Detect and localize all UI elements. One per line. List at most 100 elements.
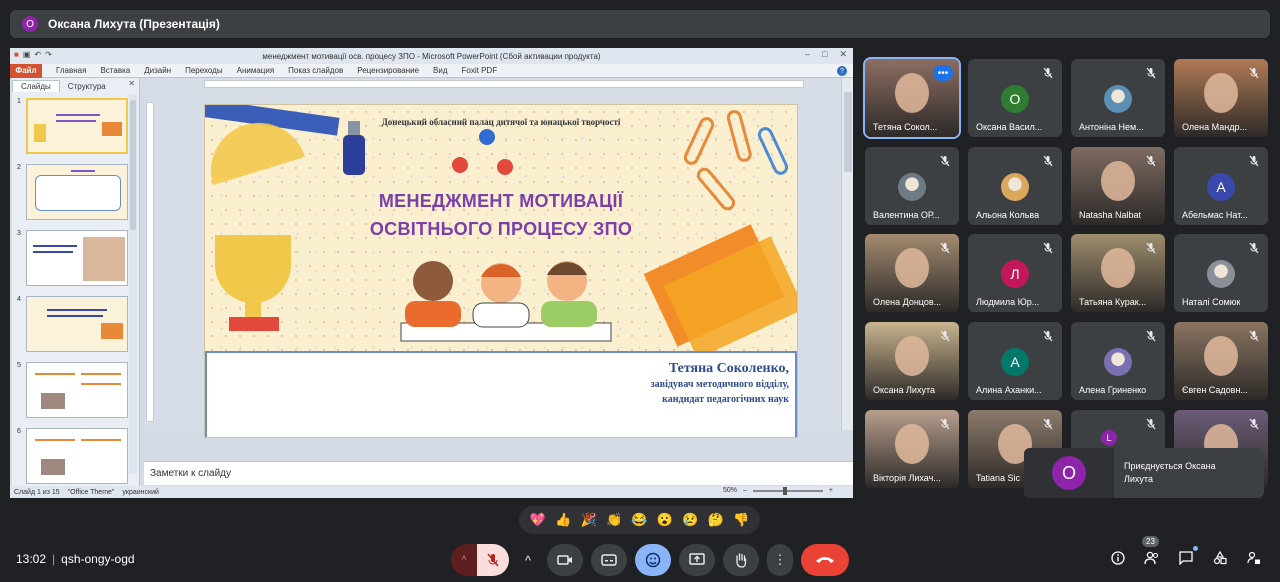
people-button[interactable]: 23	[1142, 536, 1162, 568]
mic-off-icon	[1146, 67, 1156, 79]
panel-tab-outline: Структура	[67, 82, 106, 91]
join-notification-text: Приєднується Оксана Лихута	[1124, 461, 1216, 484]
reaction-thumbs-up[interactable]: 👍	[552, 512, 574, 528]
participant-tile[interactable]: Альона Кольва	[968, 147, 1062, 225]
video-options-button[interactable]: ^	[517, 544, 539, 576]
ppt-tab-home: Главная	[56, 66, 87, 75]
mic-off-button[interactable]	[477, 544, 509, 576]
notebook-icon	[643, 224, 797, 359]
participant-name: Валентина ОР...	[873, 210, 940, 220]
present-button[interactable]	[679, 544, 715, 576]
glue-icon	[343, 121, 365, 175]
zoom-out-icon: –	[743, 487, 747, 494]
participant-tile[interactable]: Вікторія Лихач...	[865, 410, 959, 488]
mic-off-icon	[1043, 242, 1053, 254]
participant-name: Алина Аханки...	[976, 385, 1042, 395]
ppt-tab-animation: Анимация	[236, 66, 275, 75]
participant-tile[interactable]: Євген Садовн...	[1174, 322, 1268, 400]
ppt-ribbon-tabs: Файл Главная Вставка Дизайн Переходы Ани…	[10, 63, 853, 78]
reaction-surprised[interactable]: 😮	[654, 512, 676, 528]
participant-tile[interactable]: Оксана Лихута	[865, 322, 959, 400]
slide-thumb-2: 2	[12, 164, 138, 224]
present-icon	[689, 553, 705, 565]
participant-tile[interactable]: Валентина ОР...	[865, 147, 959, 225]
clock: 13:02	[16, 552, 47, 566]
author-position: завідувач методичного відділу,	[650, 379, 789, 390]
notes-pane: Заметки к слайду	[144, 461, 853, 485]
participant-name: Тетяна Сокол...	[873, 122, 938, 132]
reaction-thumbs-down[interactable]: 👎	[730, 512, 752, 528]
participant-photo	[1104, 85, 1132, 113]
meeting-code: qsh-ongy-ogd	[61, 552, 135, 566]
reaction-sad[interactable]: 😢	[679, 512, 701, 528]
more-vert-icon: ⋮	[773, 552, 787, 567]
meeting-details-button[interactable]	[1108, 548, 1128, 568]
status-language: украинский	[122, 488, 159, 496]
leave-call-button[interactable]	[801, 544, 849, 576]
more-options-button[interactable]: ⋮	[767, 544, 793, 576]
participant-tile[interactable]: Олена Донцов...	[865, 234, 959, 312]
mic-off-icon	[1249, 155, 1259, 167]
activities-icon	[1213, 551, 1227, 565]
participant-name: Оксана Лихута	[873, 385, 935, 395]
participant-tile[interactable]: ••• Тетяна Сокол...	[863, 57, 961, 139]
slides-panel: Слайды Структура ✕ 1 2 3 4 5 6	[12, 78, 140, 486]
ppt-title-bar: ■ ▣ ↶ ↷ менеджмент мотивації осв. процес…	[10, 48, 853, 64]
participant-name: Татьяна Курак...	[1079, 297, 1147, 307]
people-icon	[1144, 551, 1159, 565]
trophy-icon	[215, 235, 291, 331]
lock-person-icon	[1247, 551, 1260, 564]
slide-thumb-5: 5	[12, 362, 138, 422]
participant-photo	[898, 173, 926, 201]
camera-button[interactable]	[547, 544, 583, 576]
help-icon: ?	[837, 66, 847, 76]
audio-options-button[interactable]: ^	[451, 544, 477, 576]
mic-off-icon	[940, 155, 950, 167]
close-icon: ✕	[839, 49, 847, 59]
participant-tile[interactable]: Татьяна Курак...	[1071, 234, 1165, 312]
reaction-heart[interactable]: 💖	[527, 512, 549, 528]
emoji-button[interactable]	[635, 544, 671, 576]
chat-button[interactable]	[1176, 546, 1198, 568]
mic-off-icon	[1249, 242, 1259, 254]
maximize-icon: □	[822, 49, 828, 59]
meeting-info: 13:02 | qsh-ongy-ogd	[16, 552, 135, 566]
reaction-party[interactable]: 🎉	[578, 512, 600, 528]
participant-tile[interactable]: Алена Гриненко	[1071, 322, 1165, 400]
mic-control: ^	[451, 544, 509, 576]
participant-tile[interactable]: Олена Мандр...	[1174, 59, 1268, 137]
panel-tab-slides: Слайды	[12, 80, 60, 92]
mic-off-icon	[1146, 418, 1156, 430]
ppt-tab-insert: Вставка	[100, 66, 131, 75]
reaction-laugh[interactable]: 😂	[628, 512, 650, 528]
captions-button[interactable]	[591, 544, 627, 576]
participant-tile[interactable]: Natasha Nalbat	[1071, 147, 1165, 225]
participant-tile[interactable]: Антоніна Нем...	[1071, 59, 1165, 137]
reaction-clap[interactable]: 👏	[603, 512, 625, 528]
participant-avatar: A	[1001, 348, 1029, 376]
status-theme: "Office Theme"	[67, 488, 115, 496]
joining-avatar: О	[1052, 456, 1086, 490]
pushpin-icon	[452, 129, 513, 175]
participant-tile[interactable]: Л Людмила Юр...	[968, 234, 1062, 312]
ppt-tab-slideshow: Показ слайдов	[288, 66, 344, 75]
info-icon	[1111, 551, 1125, 565]
slide-thumb-6: 6	[12, 428, 138, 488]
participant-tile[interactable]: О Оксана Васил...	[968, 59, 1062, 137]
participant-tile[interactable]: A Алина Аханки...	[968, 322, 1062, 400]
reaction-thinking[interactable]: 🤔	[705, 512, 727, 528]
mic-off-icon	[1249, 330, 1259, 342]
slides-scrollbar	[129, 94, 137, 474]
more-options-icon[interactable]: •••	[933, 65, 953, 81]
participant-tile[interactable]: Наталі Сомюк	[1174, 234, 1268, 312]
participant-face	[895, 424, 929, 464]
participant-tile[interactable]: A Абельмас Нат...	[1174, 147, 1268, 225]
participant-name: Наталі Сомюк	[1182, 297, 1241, 307]
presenter-avatar: О	[22, 16, 38, 32]
side-controls: 23	[1108, 536, 1264, 568]
activities-button[interactable]	[1210, 548, 1230, 568]
raise-hand-button[interactable]	[723, 544, 759, 576]
mic-off-icon	[487, 553, 499, 567]
participant-name: Вікторія Лихач...	[873, 473, 941, 483]
host-controls-button[interactable]	[1244, 548, 1264, 568]
